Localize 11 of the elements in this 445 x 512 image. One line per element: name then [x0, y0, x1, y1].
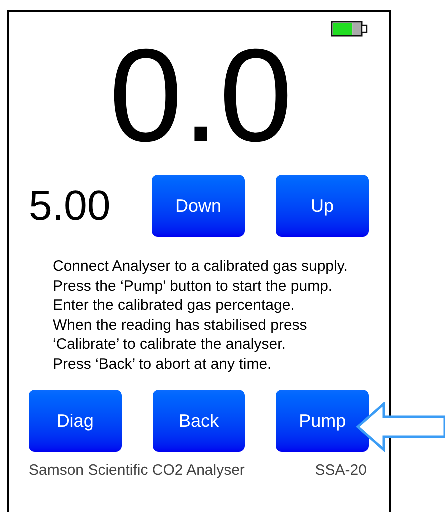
adjust-button[interactable]: Down — [152, 175, 245, 237]
gas-reading: 0.0 — [109, 31, 293, 161]
model-number: SSA-20 — [315, 461, 367, 481]
action-button[interactable]: Diag — [29, 390, 122, 452]
calibration-value: 5.00 — [29, 185, 112, 227]
adjust-button[interactable]: Up — [276, 175, 369, 237]
action-button[interactable]: Pump — [276, 390, 370, 452]
battery-icon — [331, 21, 369, 37]
instructions-text: Connect Analyser to a calibrated gas supply. Press the ‘Pump’ button to start the pump. Enter the calibrated gas percentage. When the reading has stabilised press ‘Calibrate’ to calibrate the analyser. Press ‘Back’ to abort at any time. — [52, 257, 349, 374]
action-button[interactable]: Back — [152, 390, 246, 452]
product-name: Samson Scientific CO2 Analyser — [29, 461, 245, 481]
